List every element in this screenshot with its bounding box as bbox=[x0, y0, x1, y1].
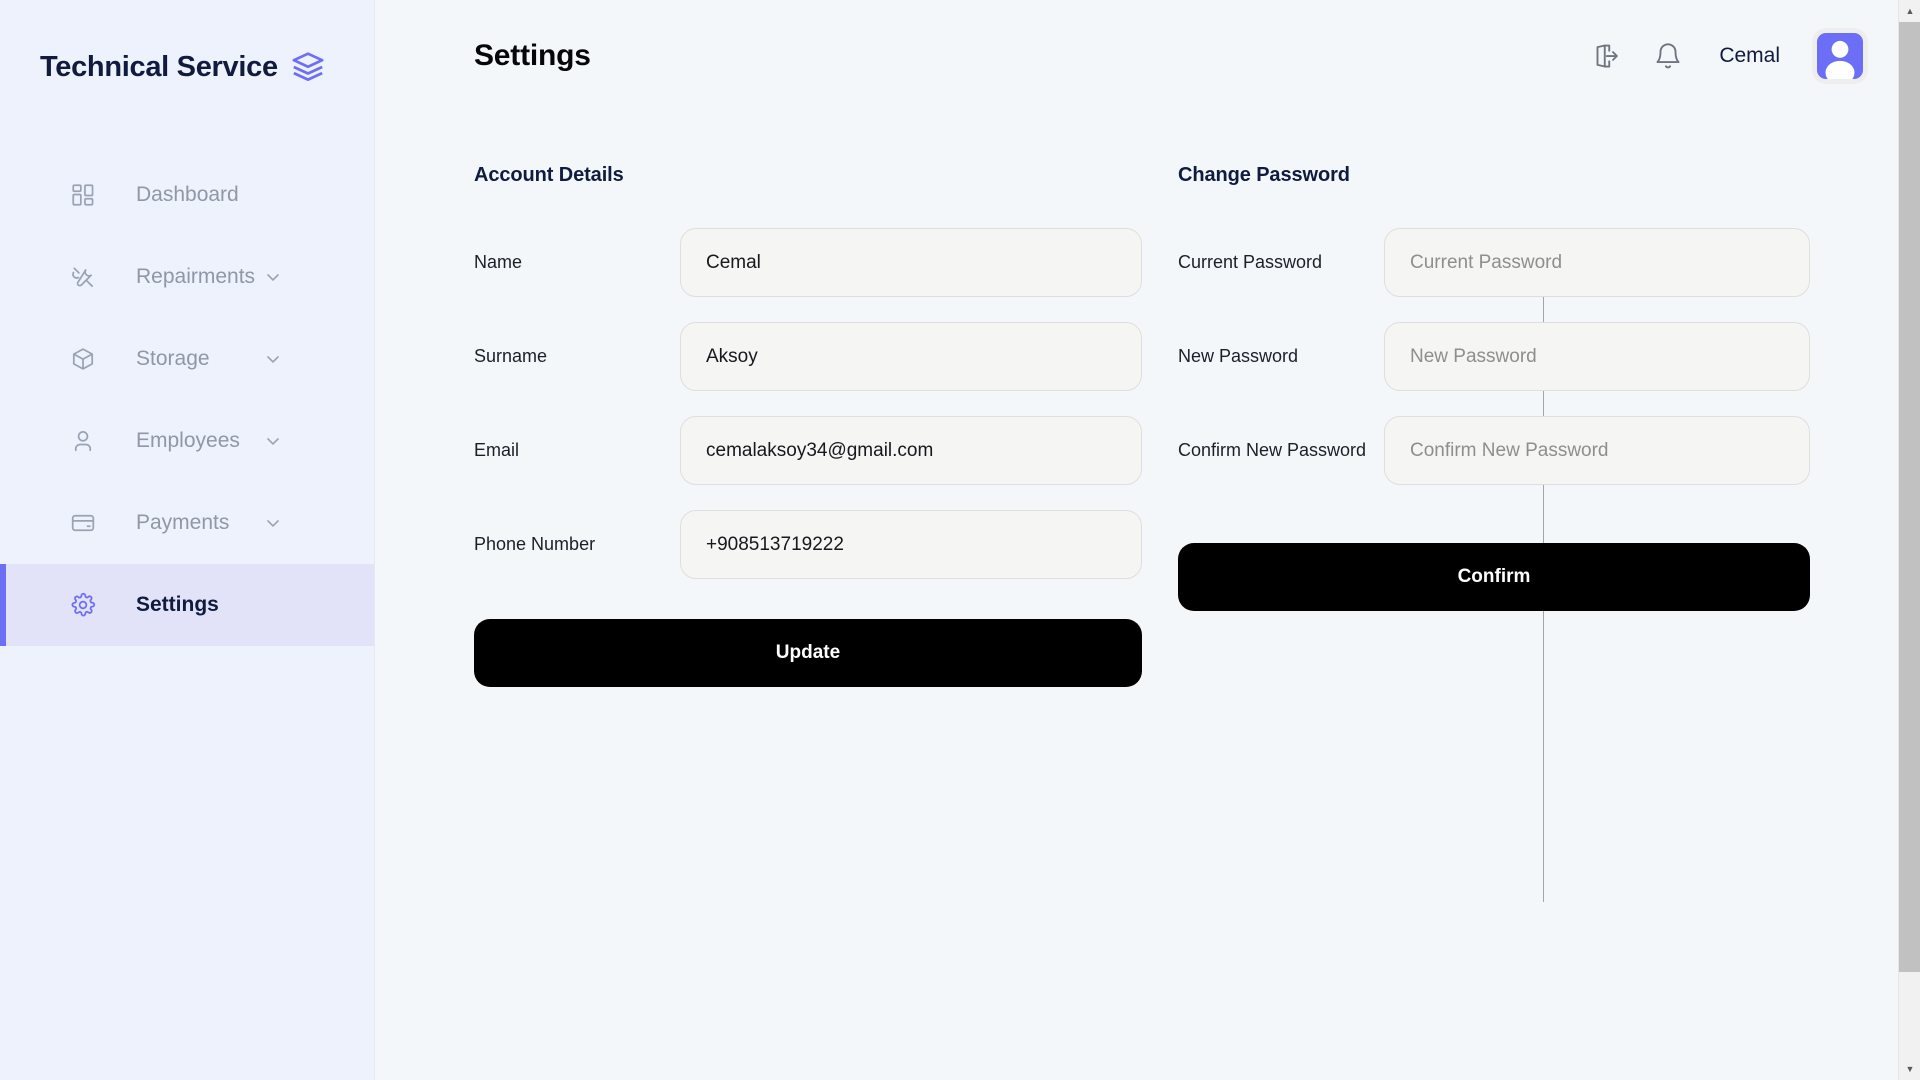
page-title: Settings bbox=[474, 39, 591, 72]
chevron-down-icon[interactable] bbox=[262, 430, 284, 452]
box-icon bbox=[68, 344, 98, 374]
confirm-button-wrap: Confirm bbox=[1178, 543, 1810, 611]
chevron-down-icon[interactable] bbox=[262, 512, 284, 534]
confirm-new-password-label: Confirm New Password bbox=[1178, 440, 1367, 461]
field-row-phone: Phone Number bbox=[474, 510, 1142, 579]
user-icon bbox=[68, 426, 98, 456]
scroll-down-arrow-icon[interactable]: ▼ bbox=[1899, 1058, 1920, 1080]
field-row-surname: Surname bbox=[474, 322, 1142, 391]
confirm-button[interactable]: Confirm bbox=[1178, 543, 1810, 611]
confirm-new-password-input[interactable] bbox=[1384, 416, 1810, 485]
sidebar-item-label: Storage bbox=[136, 347, 210, 370]
scrollbar-thumb[interactable] bbox=[1899, 22, 1920, 972]
surname-label: Surname bbox=[474, 346, 548, 367]
main-content: Settings Cemal Account Details Name Cema… bbox=[375, 0, 1920, 1080]
change-password-heading: Change Password bbox=[1178, 164, 1350, 186]
sidebar-item-employees[interactable]: Employees bbox=[0, 400, 374, 482]
avatar-person-icon bbox=[1825, 40, 1855, 79]
surname-input[interactable] bbox=[680, 322, 1142, 391]
field-row-confirm-new-password: Confirm New Password bbox=[1178, 416, 1810, 485]
chevron-down-icon[interactable] bbox=[262, 348, 284, 370]
gear-icon bbox=[68, 590, 98, 620]
sidebar-item-label: Settings bbox=[136, 593, 219, 616]
new-password-input[interactable] bbox=[1384, 322, 1810, 391]
sidebar-item-label: Dashboard bbox=[136, 183, 239, 206]
logout-icon[interactable] bbox=[1589, 39, 1623, 73]
user-name: Cemal bbox=[1719, 44, 1780, 67]
credit-card-icon bbox=[68, 508, 98, 538]
bell-icon[interactable] bbox=[1651, 39, 1685, 73]
sidebar: Technical Service Dashboard Repairments … bbox=[0, 0, 375, 1080]
sidebar-item-label: Employees bbox=[136, 429, 240, 452]
name-input[interactable] bbox=[680, 228, 1142, 297]
layers-icon bbox=[291, 50, 325, 84]
update-button[interactable]: Update bbox=[474, 619, 1142, 687]
sidebar-item-settings[interactable]: Settings bbox=[0, 564, 374, 646]
field-row-current-password: Current Password bbox=[1178, 228, 1810, 297]
sidebar-item-repairments[interactable]: Repairments bbox=[0, 236, 374, 318]
account-details-heading: Account Details bbox=[474, 164, 624, 186]
new-password-label: New Password bbox=[1178, 346, 1299, 367]
avatar[interactable] bbox=[1812, 28, 1868, 84]
account-details-panel: Account Details Name Surname Email Phone… bbox=[474, 164, 1142, 687]
email-input[interactable] bbox=[680, 416, 1142, 485]
sidebar-item-dashboard[interactable]: Dashboard bbox=[0, 154, 374, 236]
field-row-email: Email bbox=[474, 416, 1142, 485]
grid-icon bbox=[68, 180, 98, 210]
settings-content: Account Details Name Surname Email Phone… bbox=[375, 112, 1920, 902]
phone-number-label: Phone Number bbox=[474, 534, 596, 555]
name-label: Name bbox=[474, 252, 523, 273]
chevron-down-icon[interactable] bbox=[262, 266, 284, 288]
scroll-up-arrow-icon[interactable]: ▲ bbox=[1899, 0, 1920, 22]
field-row-name: Name bbox=[474, 228, 1142, 297]
sidebar-item-label: Repairments bbox=[136, 265, 256, 288]
brand-title: Technical Service bbox=[40, 50, 278, 83]
header-actions: Cemal bbox=[1589, 28, 1868, 84]
change-password-panel: Change Password Current Password New Pas… bbox=[1142, 164, 1810, 687]
tools-icon bbox=[68, 262, 98, 292]
vertical-scrollbar[interactable]: ▲ ▼ bbox=[1898, 0, 1920, 1080]
top-header: Settings Cemal bbox=[375, 0, 1920, 112]
sidebar-nav: Dashboard Repairments Storage Employees … bbox=[0, 154, 374, 646]
update-button-wrap: Update bbox=[474, 619, 1142, 687]
current-password-label: Current Password bbox=[1178, 252, 1323, 273]
sidebar-item-storage[interactable]: Storage bbox=[0, 318, 374, 400]
sidebar-item-payments[interactable]: Payments bbox=[0, 482, 374, 564]
brand-logo[interactable]: Technical Service bbox=[0, 0, 374, 84]
field-row-new-password: New Password bbox=[1178, 322, 1810, 391]
phone-number-input[interactable] bbox=[680, 510, 1142, 579]
email-label: Email bbox=[474, 440, 520, 461]
current-password-input[interactable] bbox=[1384, 228, 1810, 297]
sidebar-item-label: Payments bbox=[136, 511, 230, 534]
